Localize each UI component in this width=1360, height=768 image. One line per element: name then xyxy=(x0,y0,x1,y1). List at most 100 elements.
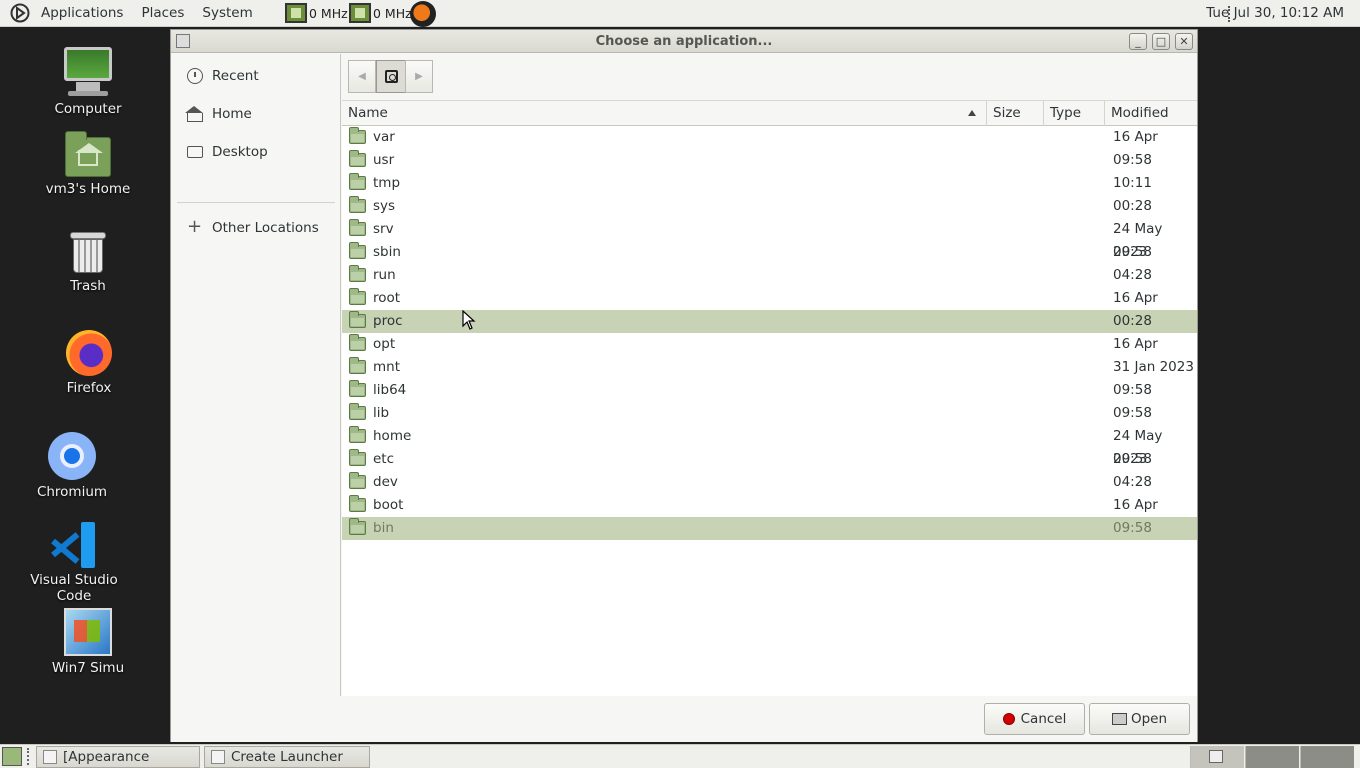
folder-icon xyxy=(349,311,366,328)
column-size-label: Size xyxy=(993,105,1021,121)
file-row[interactable]: home 24 May 2023 xyxy=(342,425,1197,467)
cancel-label: Cancel xyxy=(1020,711,1067,727)
applications-menu[interactable]: Applications xyxy=(32,0,132,27)
folder-icon xyxy=(349,449,366,466)
file-name: lib xyxy=(373,405,390,421)
file-name: lib64 xyxy=(373,382,407,398)
task-appearance-preferences[interactable]: [Appearance Prefer... xyxy=(36,746,200,768)
desktop-icon-vscode[interactable]: Visual Studio Code xyxy=(14,522,134,604)
file-row[interactable]: bin 09:58 xyxy=(342,517,1197,540)
file-name: sys xyxy=(373,198,396,214)
show-desktop-icon[interactable] xyxy=(2,747,22,766)
file-row[interactable]: opt 16 Apr xyxy=(342,333,1197,356)
column-name[interactable]: Name xyxy=(342,101,987,126)
cpu-monitor-1[interactable]: 0 MHz xyxy=(285,3,348,23)
file-row[interactable]: sbin 09:58 xyxy=(342,241,1197,264)
file-row[interactable]: root 16 Apr xyxy=(342,287,1197,310)
workspace-3[interactable] xyxy=(1300,746,1354,768)
file-modified: 04:28 xyxy=(1113,267,1152,283)
file-row[interactable]: etc 09:58 xyxy=(342,448,1197,471)
file-row[interactable]: tmp 10:11 xyxy=(342,172,1197,195)
firefox-icon xyxy=(66,330,112,376)
file-modified: 00:28 xyxy=(1113,313,1152,329)
column-name-label: Name xyxy=(348,105,388,121)
desktop-icon-firefox[interactable]: Firefox xyxy=(29,330,149,396)
desktop-icon-trash[interactable]: Trash xyxy=(28,232,148,294)
workspace-2[interactable] xyxy=(1245,746,1299,768)
file-name: usr xyxy=(373,152,395,168)
open-button[interactable]: Open xyxy=(1089,703,1190,735)
task-create-launcher[interactable]: Create Launcher xyxy=(204,746,370,768)
folder-icon xyxy=(349,403,366,420)
open-icon xyxy=(1111,713,1127,725)
file-row[interactable]: sys 00:28 xyxy=(342,195,1197,218)
file-row[interactable]: lib64 09:58 xyxy=(342,379,1197,402)
sidebar-item-desktop[interactable]: Desktop xyxy=(171,134,340,170)
sidebar-item-recent[interactable]: Recent xyxy=(171,58,340,94)
bottom-panel: [Appearance Prefer... Create Launcher xyxy=(0,744,1360,768)
file-modified: 16 Apr xyxy=(1113,290,1158,306)
sidebar-item-home[interactable]: Home xyxy=(171,96,340,132)
file-modified: 16 Apr xyxy=(1113,497,1158,513)
maximize-button[interactable]: □ xyxy=(1152,33,1170,50)
desktop-icon-label: Computer xyxy=(54,101,122,117)
path-back-button[interactable]: ◀ xyxy=(348,60,376,93)
cpu-monitor-2[interactable]: 0 MHz xyxy=(349,3,412,23)
folder-icon xyxy=(349,357,366,374)
distro-logo-icon[interactable] xyxy=(10,3,30,23)
column-type[interactable]: Type xyxy=(1044,101,1105,126)
trash-icon xyxy=(70,232,106,274)
panel-grip[interactable] xyxy=(27,748,31,765)
file-modified: 09:58 xyxy=(1113,152,1152,168)
folder-icon xyxy=(349,150,366,167)
desktop-icon-home[interactable]: vm3's Home xyxy=(28,131,148,197)
file-name: root xyxy=(373,290,401,306)
sort-ascending-icon xyxy=(968,110,976,116)
file-row[interactable]: run 04:28 xyxy=(342,264,1197,287)
file-row[interactable]: lib 09:58 xyxy=(342,402,1197,425)
column-header: Name Size Type Modified xyxy=(342,101,1197,126)
plus-icon: + xyxy=(187,216,203,237)
path-root-button[interactable] xyxy=(376,60,406,93)
file-name: run xyxy=(373,267,396,283)
clock-icon xyxy=(187,68,203,84)
task-label: [Appearance Prefer... xyxy=(63,749,150,765)
file-row[interactable]: usr 09:58 xyxy=(342,149,1197,172)
places-sidebar: Recent Home Desktop + Other Locations xyxy=(171,54,341,696)
desktop-icon-label: Win7 Simu xyxy=(51,660,125,676)
power-manager-icon[interactable] xyxy=(410,1,436,27)
clock[interactable]: Tue Jul 30, 10:12 AM xyxy=(1206,0,1344,27)
desktop-icon-computer[interactable]: Computer xyxy=(28,47,148,117)
computer-icon xyxy=(62,47,114,97)
file-name: home xyxy=(373,428,412,444)
file-name: mnt xyxy=(373,359,400,375)
path-forward-button[interactable]: ▶ xyxy=(405,60,433,93)
file-row[interactable]: mnt 31 Jan 2023 xyxy=(342,356,1197,379)
cancel-icon xyxy=(1002,713,1015,725)
sidebar-item-label: Desktop xyxy=(212,144,268,160)
vscode-icon xyxy=(51,522,97,568)
desktop-icon-label: Visual Studio Code xyxy=(30,572,118,604)
places-menu[interactable]: Places xyxy=(132,0,193,27)
file-row[interactable]: boot 16 Apr xyxy=(342,494,1197,517)
desktop-icon-win7[interactable]: Win7 Simu xyxy=(28,608,148,676)
file-row[interactable]: srv 24 May 2023 xyxy=(342,218,1197,260)
sidebar-item-other-locations[interactable]: + Other Locations xyxy=(171,210,340,246)
file-modified: 04:28 xyxy=(1113,474,1152,490)
folder-icon xyxy=(349,380,366,397)
dialog-titlebar[interactable]: Choose an application... _ □ ✕ xyxy=(171,30,1197,53)
sidebar-item-label: Other Locations xyxy=(212,220,319,236)
desktop-icon-chromium[interactable]: Chromium xyxy=(12,432,132,500)
cancel-button[interactable]: Cancel xyxy=(984,703,1085,735)
file-row[interactable]: dev 04:28 xyxy=(342,471,1197,494)
minimize-button[interactable]: _ xyxy=(1129,33,1147,50)
win7-icon xyxy=(64,608,112,656)
column-modified[interactable]: Modified xyxy=(1105,101,1197,126)
folder-icon xyxy=(349,219,366,236)
column-size[interactable]: Size xyxy=(987,101,1044,126)
workspace-1[interactable] xyxy=(1190,746,1244,768)
file-row[interactable]: var 16 Apr xyxy=(342,126,1197,149)
drive-icon xyxy=(384,70,398,83)
close-button[interactable]: ✕ xyxy=(1175,33,1193,50)
system-menu[interactable]: System xyxy=(193,0,261,27)
